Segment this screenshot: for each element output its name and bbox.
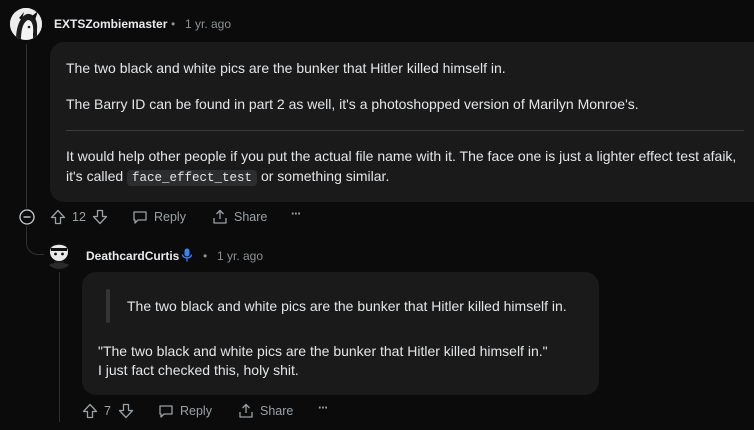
- comment-icon: [158, 403, 174, 419]
- thread-line[interactable]: [59, 272, 60, 422]
- share-label: Share: [260, 404, 294, 418]
- collapse-icon[interactable]: [19, 209, 35, 225]
- upvote-icon[interactable]: [82, 403, 98, 419]
- share-button[interactable]: Share: [212, 209, 267, 225]
- blockquote-text: The two black and white pics are the bun…: [127, 298, 567, 314]
- username[interactable]: DeathcardCurtis: [86, 249, 179, 263]
- share-icon: [212, 209, 228, 225]
- share-icon: [238, 403, 254, 419]
- vote-group: 7: [82, 403, 134, 419]
- more-icon: ···: [318, 401, 328, 415]
- separator-dot: •: [171, 17, 176, 31]
- comment-paragraph: The two black and white pics are the bun…: [66, 60, 506, 76]
- more-button[interactable]: ···: [318, 401, 328, 415]
- downvote-icon[interactable]: [92, 209, 108, 225]
- reply-button[interactable]: Reply: [158, 403, 212, 419]
- share-button[interactable]: Share: [238, 403, 293, 419]
- timestamp[interactable]: 1 yr. ago: [217, 249, 263, 263]
- comment-paragraph: The Barry ID can be found in part 2 as w…: [66, 96, 639, 112]
- reply-label: Reply: [180, 404, 212, 418]
- vote-count: 12: [72, 210, 86, 224]
- reply-button[interactable]: Reply: [132, 209, 186, 225]
- blockquote-bar: [106, 289, 110, 323]
- separator-dot: •: [203, 249, 208, 263]
- mic-icon: [181, 248, 193, 262]
- avatar[interactable]: [10, 8, 42, 40]
- reply-label: Reply: [154, 210, 186, 224]
- more-button[interactable]: ···: [291, 207, 301, 221]
- upvote-icon[interactable]: [50, 209, 66, 225]
- vote-group: 12: [50, 209, 108, 225]
- vote-count: 7: [104, 404, 111, 418]
- comment-text: it's called: [66, 168, 128, 184]
- comment-paragraph: I just fact checked this, holy shit.: [98, 362, 299, 378]
- share-label: Share: [234, 210, 268, 224]
- avatar-image: [10, 8, 42, 40]
- divider: [66, 130, 744, 131]
- comment-paragraph: "The two black and white pics are the bu…: [98, 343, 548, 359]
- avatar[interactable]: [44, 239, 74, 269]
- thread-line[interactable]: [26, 44, 27, 208]
- comment-icon: [132, 209, 148, 225]
- comment-paragraph: It would help other people if you put th…: [66, 148, 737, 164]
- downvote-icon[interactable]: [118, 403, 134, 419]
- thread-connector: [26, 226, 45, 255]
- comment-text: or something similar.: [257, 168, 390, 184]
- more-icon: ···: [291, 207, 301, 221]
- timestamp[interactable]: 1 yr. ago: [185, 17, 231, 31]
- comment-paragraph: it's called face_effect_test or somethin…: [66, 166, 389, 189]
- username[interactable]: EXTSZombiemaster: [54, 17, 167, 31]
- avatar-image: [44, 239, 74, 269]
- inline-code: face_effect_test: [127, 170, 258, 186]
